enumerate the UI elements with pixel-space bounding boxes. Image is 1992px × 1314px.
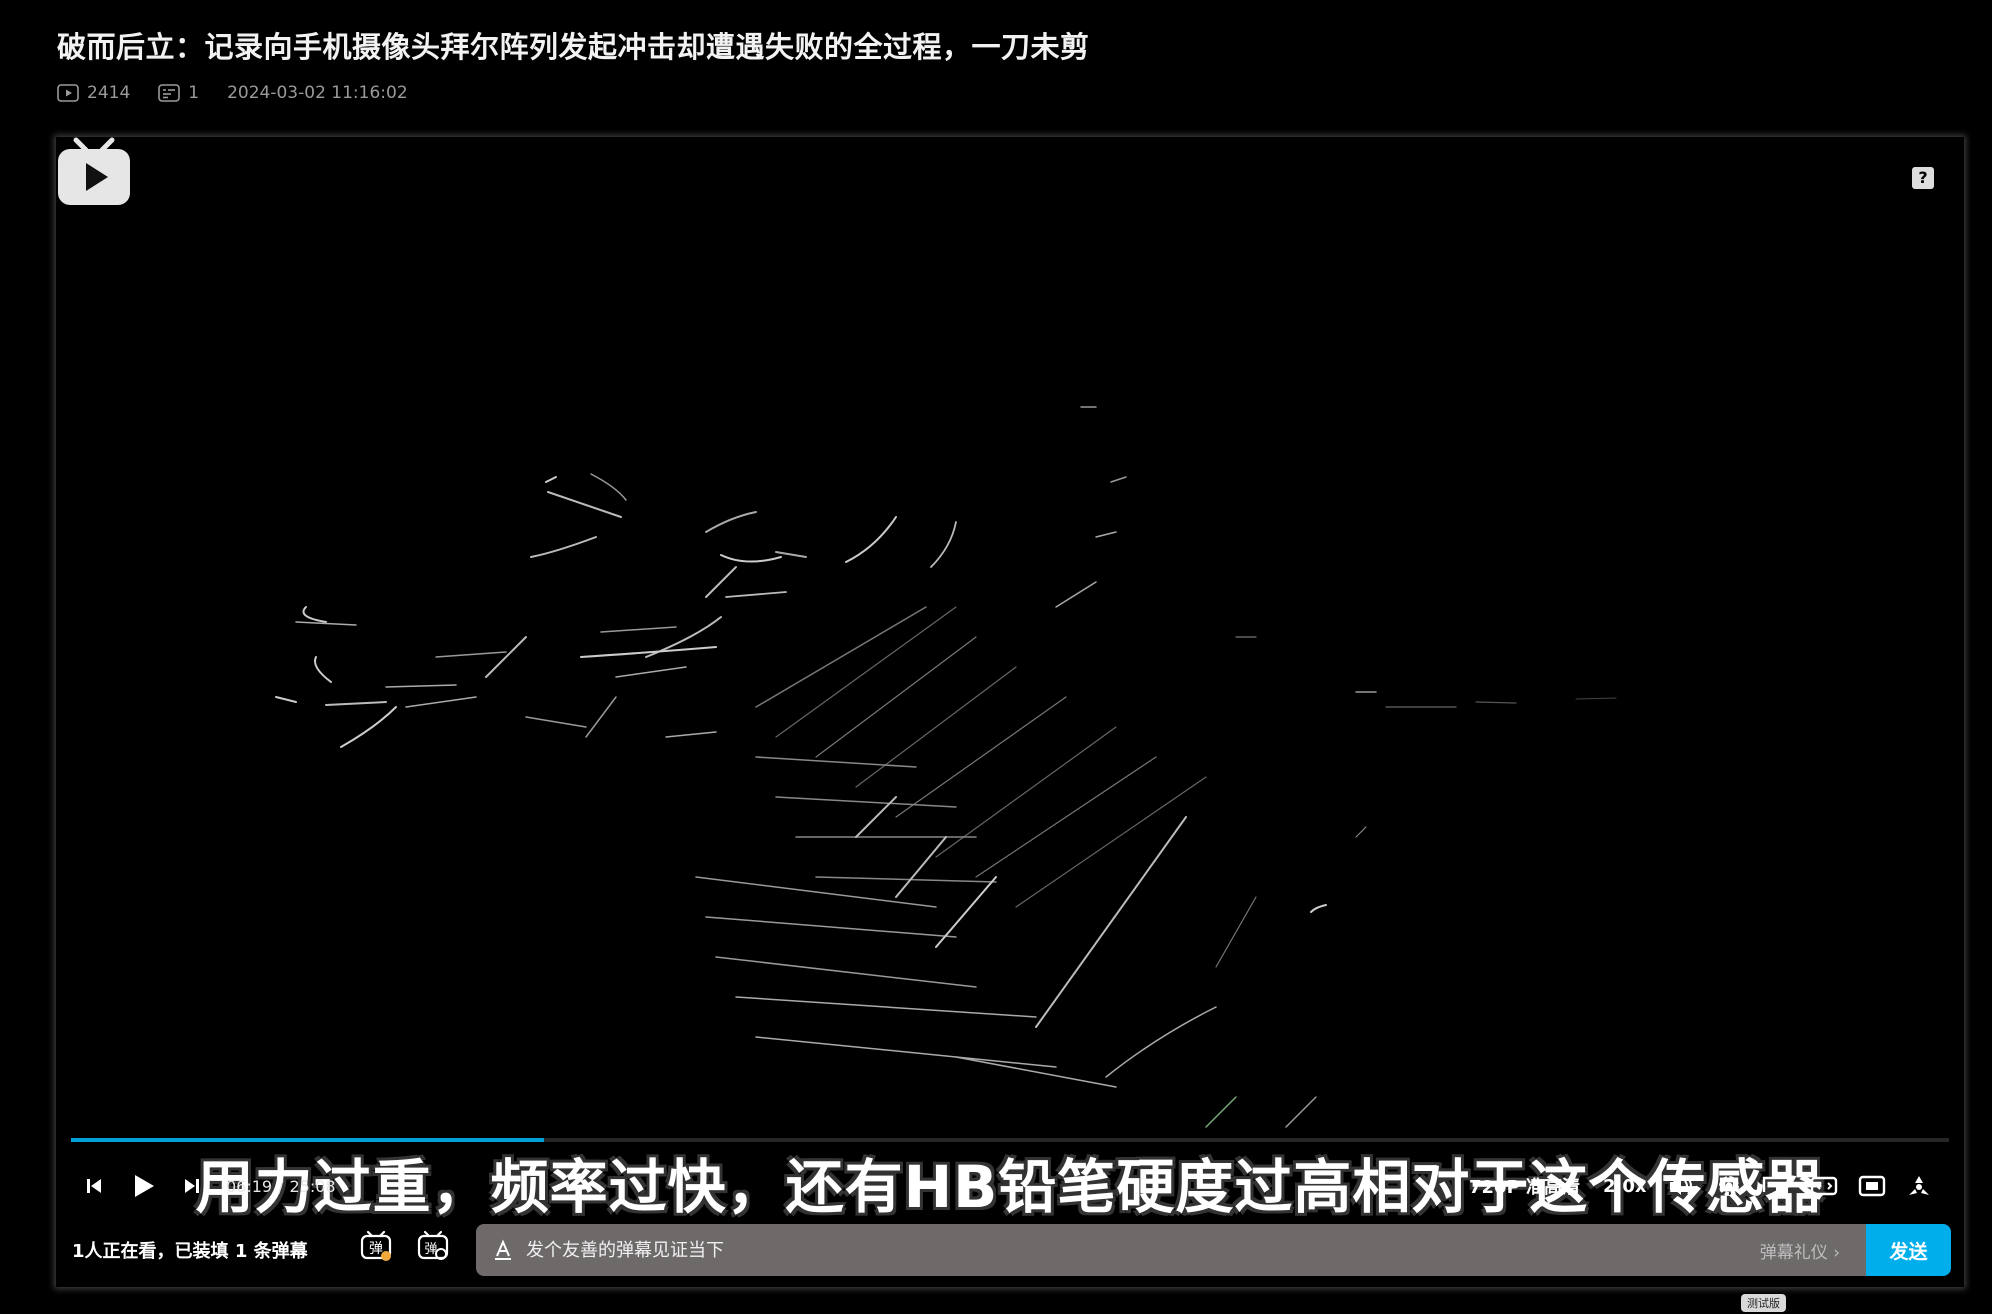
prev-icon[interactable] [84, 1162, 104, 1210]
loaded-unit: 条弹幕 [253, 1241, 308, 1262]
quality-selector[interactable]: 720P 准高清 [1469, 1162, 1580, 1210]
viewers-text: 人正在看，已装填 [84, 1241, 229, 1262]
danmaku-etiquette-link[interactable]: 弹幕礼仪 › [1760, 1238, 1840, 1263]
danmaku-toggle-icon[interactable]: 弹 [359, 1229, 393, 1263]
page-title: 破而后立：记录向手机摄像头拜尔阵列发起冲击却遭遇失败的全过程，一刀未剪 [57, 30, 1090, 64]
bilibili-tv-logo [58, 137, 130, 205]
text-style-icon[interactable] [492, 1239, 514, 1261]
danmaku-bar: 1人正在看，已装填 1 条弹幕 弹 弹 弹幕礼仪 › 发送 [56, 1211, 1964, 1287]
time-display: 06:19 / 25:08 [226, 1162, 336, 1210]
play-icon[interactable] [132, 1162, 156, 1210]
danmaku-count: 1 [188, 83, 200, 103]
play-count: 2414 [87, 83, 131, 103]
loaded-count: 1 [234, 1241, 248, 1262]
webfullscreen-icon[interactable] [1858, 1162, 1886, 1210]
publish-date: 2024-03-02 11:16:02 [227, 83, 408, 103]
progress-bar[interactable] [71, 1138, 1949, 1142]
video-content-scratches [275, 406, 1617, 1128]
time-separator: / [278, 1176, 284, 1196]
pip-icon[interactable] [1762, 1162, 1790, 1210]
video-player[interactable]: ? 用力过重，频率过快，还有HB铅笔硬度过高相对于这个传感器 06:19 / 2… [56, 137, 1964, 1287]
danmaku-settings-icon[interactable]: 弹 [416, 1229, 450, 1263]
video-frame[interactable]: ? [56, 137, 1964, 1181]
speed-selector[interactable]: 2.0x [1603, 1162, 1647, 1210]
next-icon[interactable] [182, 1162, 202, 1210]
viewer-info: 1人正在看，已装填 1 条弹幕 [72, 1237, 308, 1263]
widescreen-icon[interactable] [1810, 1162, 1838, 1210]
help-icon[interactable]: ? [1912, 167, 1934, 189]
video-meta: 2414 1 2024-03-02 11:16:02 [57, 80, 408, 106]
current-time: 06:19 [226, 1176, 273, 1196]
danmaku-count-icon [158, 84, 181, 102]
danmaku-input[interactable] [524, 1238, 1760, 1262]
player-controls: 06:19 / 25:08 720P 准高清 2.0x [56, 1162, 1964, 1210]
beta-tag[interactable]: 测试版 [1741, 1294, 1786, 1312]
viewers-count: 1 [72, 1241, 85, 1262]
svg-text:弹: 弹 [369, 1241, 383, 1257]
progress-fill [71, 1138, 545, 1142]
danmaku-input-box: 弹幕礼仪 › [476, 1224, 1866, 1276]
settings-icon[interactable] [1716, 1162, 1742, 1210]
fullscreen-icon[interactable] [1906, 1162, 1932, 1210]
play-count-icon [57, 84, 79, 102]
volume-icon[interactable] [1668, 1162, 1694, 1210]
send-button[interactable]: 发送 [1866, 1224, 1951, 1276]
duration: 25:08 [289, 1176, 336, 1196]
